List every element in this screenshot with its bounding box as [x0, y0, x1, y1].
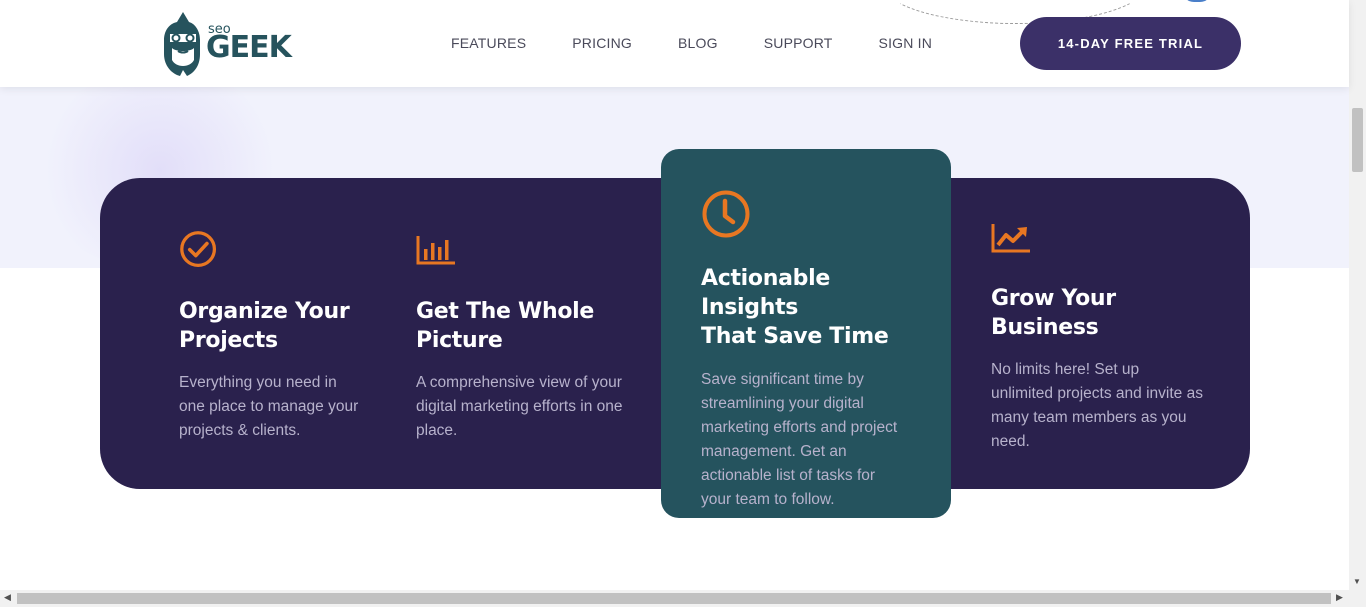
page: seo GEEK FEATURES PRICING BLOG SUPPORT S…	[0, 0, 1366, 607]
bar-chart-icon	[416, 236, 455, 265]
feature-description-line: A comprehensive view of your	[416, 374, 622, 391]
feature-title: Get The Whole Picture	[416, 297, 646, 355]
nav-pricing[interactable]: PRICING	[572, 35, 632, 51]
trend-up-icon	[991, 224, 1030, 253]
feature-description-line: need.	[991, 433, 1030, 450]
feature-organize: Organize Your Projects Everything you ne…	[179, 230, 379, 443]
nav-sign-in[interactable]: SIGN IN	[879, 35, 933, 51]
feature-description: Save significant time by streamlining yo…	[701, 368, 931, 512]
scroll-left-arrow-icon[interactable]: ◀	[4, 592, 11, 603]
feature-description: No limits here! Set up unlimited project…	[991, 358, 1231, 454]
scroll-down-arrow-icon[interactable]: ▼	[1353, 577, 1361, 586]
feature-title: Organize Your Projects	[179, 297, 379, 355]
vertical-scrollbar[interactable]: ▼	[1349, 0, 1366, 590]
feature-description-line: Everything you need in	[179, 374, 337, 391]
feature-title-line-2: That Save Time	[701, 324, 889, 349]
feature-description-line: Save significant time by	[701, 371, 864, 388]
feature-title-line-2: Business	[991, 315, 1099, 340]
feature-description-line: actionable list of tasks for	[701, 467, 876, 484]
decorative-dot	[1182, 0, 1212, 2]
free-trial-button[interactable]: 14-DAY FREE TRIAL	[1020, 17, 1241, 70]
feature-grow-business: Grow Your Business No limits here! Set u…	[991, 222, 1231, 454]
feature-description-line: streamlining your digital	[701, 395, 864, 412]
site-header: seo GEEK FEATURES PRICING BLOG SUPPORT S…	[0, 0, 1349, 87]
main-nav: FEATURES PRICING BLOG SUPPORT SIGN IN	[451, 35, 932, 51]
feature-description-line: one place to manage your	[179, 398, 359, 415]
feature-title-line-1: Actionable Insights	[701, 266, 830, 320]
feature-description: A comprehensive view of your digital mar…	[416, 371, 646, 443]
horizontal-scrollbar[interactable]: ◀ ▶	[0, 590, 1366, 607]
feature-title-line-2: Picture	[416, 328, 503, 353]
feature-description-line: digital marketing efforts in one	[416, 398, 623, 415]
feature-description: Everything you need in one place to mana…	[179, 371, 379, 443]
vertical-scrollbar-thumb[interactable]	[1352, 108, 1363, 172]
scroll-right-arrow-icon[interactable]: ▶	[1336, 592, 1343, 603]
feature-title-line-2: Projects	[179, 328, 278, 353]
feature-description-line: projects & clients.	[179, 422, 301, 439]
horizontal-scrollbar-thumb[interactable]	[17, 593, 1331, 604]
feature-title-line-1: Grow Your	[991, 286, 1116, 311]
nav-features[interactable]: FEATURES	[451, 35, 526, 51]
clock-icon	[702, 190, 750, 238]
feature-description-line: No limits here! Set up	[991, 361, 1140, 378]
feature-description-line: your team to follow.	[701, 491, 835, 508]
feature-description-line: unlimited projects and invite as	[991, 385, 1203, 402]
feature-description-line: marketing efforts and project	[701, 419, 898, 436]
nav-blog[interactable]: BLOG	[678, 35, 718, 51]
feature-description-line: place.	[416, 422, 458, 439]
check-circle-icon	[180, 231, 217, 268]
feature-description-line: many team members as you	[991, 409, 1187, 426]
feature-description-line: management. Get an	[701, 443, 847, 460]
nav-support[interactable]: SUPPORT	[764, 35, 833, 51]
feature-title: Grow Your Business	[991, 284, 1231, 342]
geek-mascot-icon	[164, 12, 200, 76]
feature-title-line-1: Get The Whole	[416, 299, 595, 324]
logo[interactable]: seo GEEK	[160, 10, 292, 80]
feature-whole-picture: Get The Whole Picture A comprehensive vi…	[416, 234, 646, 443]
feature-title: Actionable Insights That Save Time	[701, 264, 931, 351]
feature-insights: Actionable Insights That Save Time Save …	[701, 189, 931, 512]
logo-big-text: GEEK	[206, 30, 292, 65]
feature-title-line-1: Organize Your	[179, 299, 350, 324]
